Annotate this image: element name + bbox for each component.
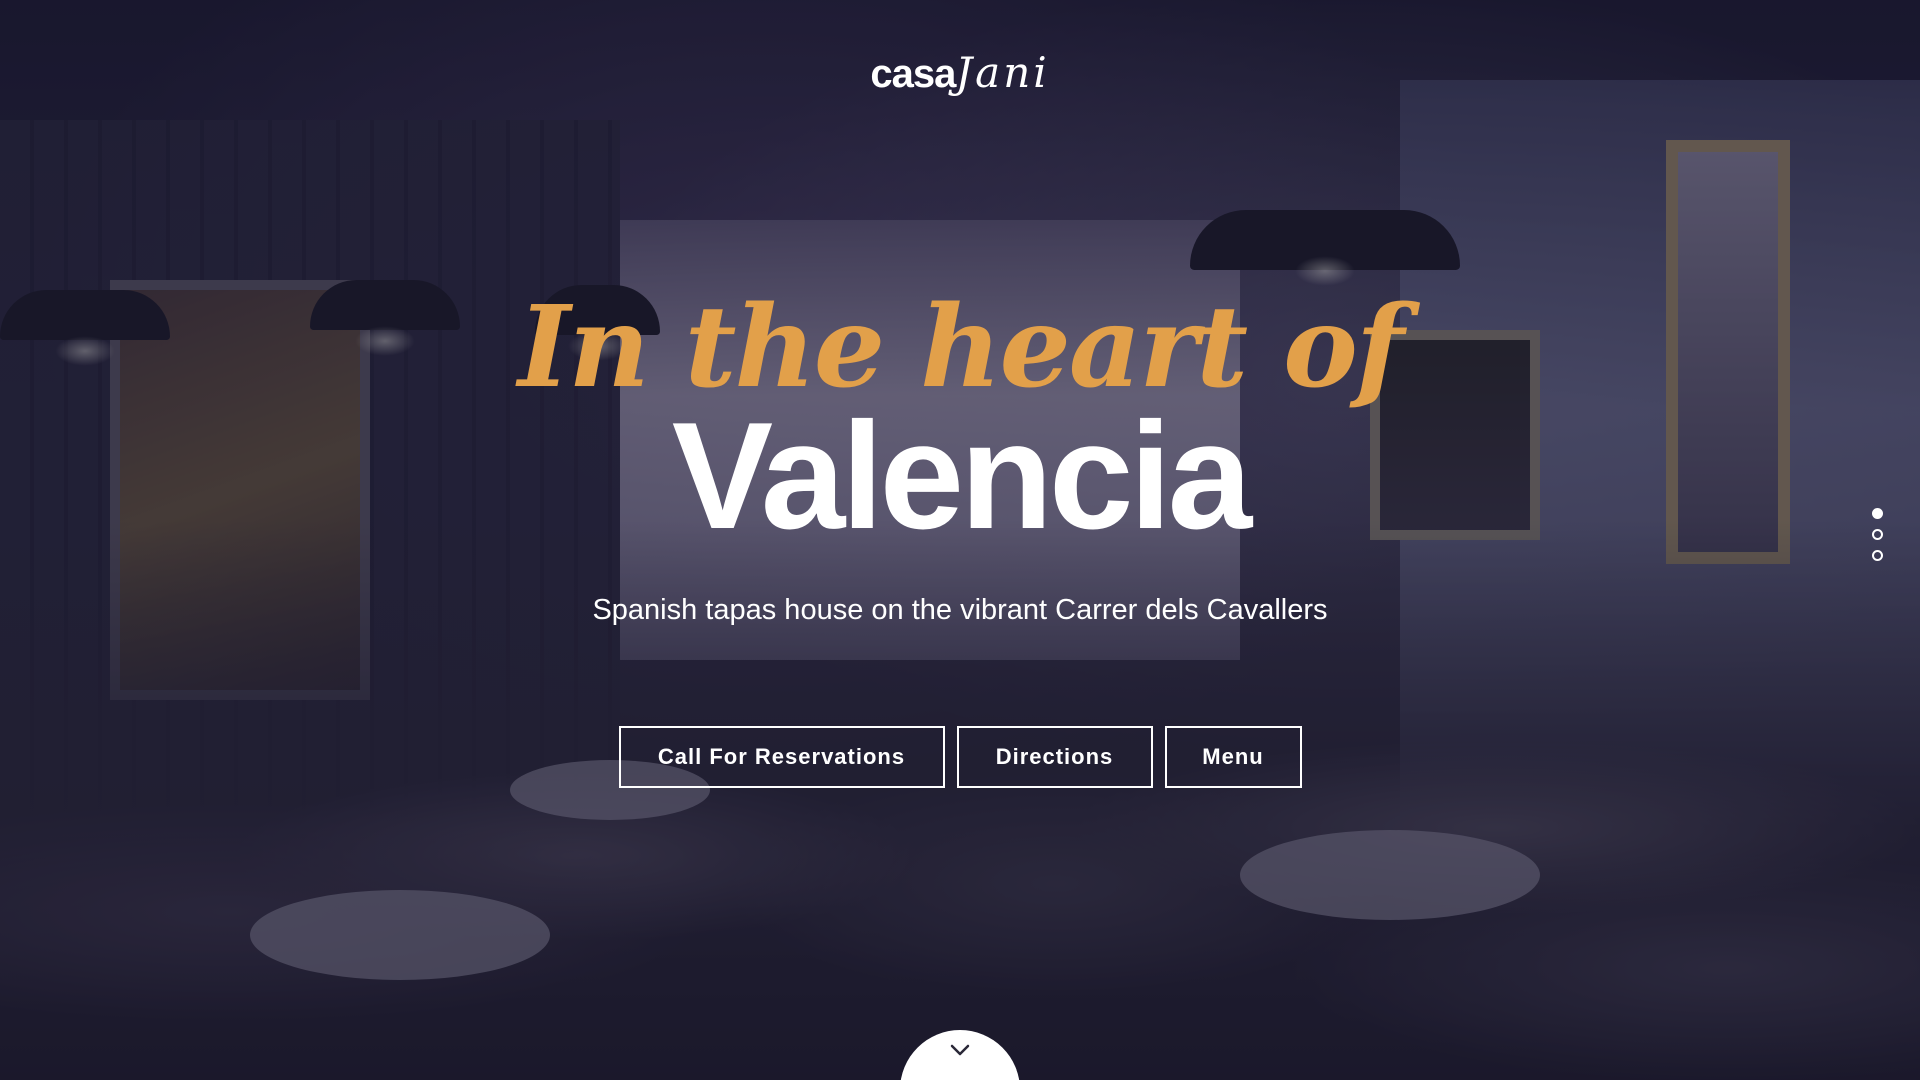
slider-pagination [1872,508,1883,561]
menu-button[interactable]: Menu [1164,726,1302,788]
chevron-down-icon [950,1044,970,1056]
site-logo[interactable]: casaJani [0,48,1920,97]
logo-text-jani: Jani [955,48,1050,97]
slide-dot-1[interactable] [1872,508,1883,519]
hero-script-tagline: In the heart of [517,282,1404,413]
directions-button[interactable]: Directions [956,726,1153,788]
hero-subtitle: Spanish tapas house on the vibrant Carre… [592,594,1328,626]
logo-text-casa: casa [870,52,956,96]
hero-headline: Valencia [671,391,1252,561]
hero-actions: Call For Reservations Directions Menu [0,726,1920,788]
hero-section: casaJani In the heart of Valencia Spanis… [0,0,1920,1080]
call-for-reservations-button[interactable]: Call For Reservations [618,726,945,788]
slide-dot-2[interactable] [1872,529,1883,540]
slide-dot-3[interactable] [1872,550,1883,561]
